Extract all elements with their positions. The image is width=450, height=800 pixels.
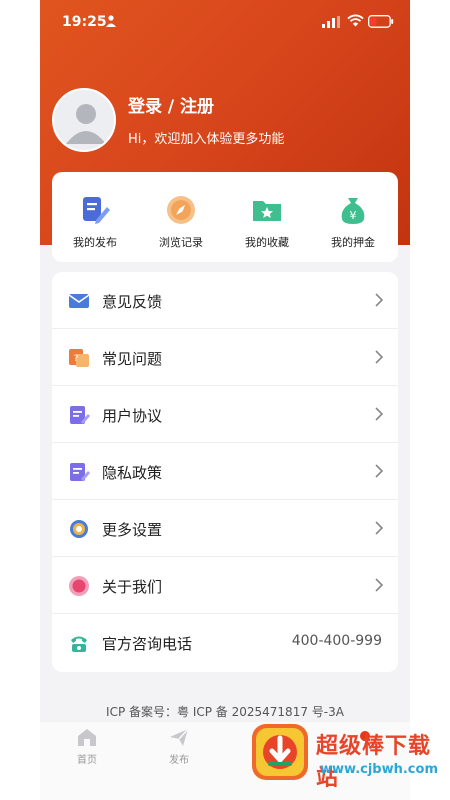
chevron-right-icon xyxy=(375,293,384,307)
quick-label: 我的发布 xyxy=(73,236,117,249)
quick-deposit[interactable]: ¥ 我的押金 xyxy=(310,172,396,262)
wifi-icon xyxy=(347,14,364,27)
tab-label: 首页 xyxy=(77,755,97,766)
menu-item-privacy-policy[interactable]: 隐私政策 xyxy=(52,443,398,500)
signal-icon xyxy=(322,16,340,28)
phone-screen: 19:25 登录 / 注册 Hi，欢迎加入体验更多功能 我的发布 浏览记录 我的… xyxy=(40,0,410,800)
edit-document-icon xyxy=(83,197,110,224)
compass-icon xyxy=(167,196,195,224)
profile-section[interactable]: 登录 / 注册 Hi，欢迎加入体验更多功能 xyxy=(52,88,392,152)
svg-text:?: ? xyxy=(74,354,79,364)
mail-icon xyxy=(68,294,90,308)
site-watermark: 超级棒下载站 www.cjbwh.com xyxy=(250,712,450,800)
status-bar: 19:25 xyxy=(40,0,410,44)
hotline-number[interactable]: 400-400-999 xyxy=(292,633,382,649)
welcome-text: Hi，欢迎加入体验更多功能 xyxy=(128,132,285,147)
quick-label: 浏览记录 xyxy=(159,236,203,249)
menu-item-label: 官方咨询电话 xyxy=(102,635,193,653)
question-card-icon: ? xyxy=(69,349,89,367)
tab-label: 发布 xyxy=(169,755,189,766)
menu-item-more-settings[interactable]: 更多设置 xyxy=(52,500,398,557)
menu-item-label: 用户协议 xyxy=(102,407,163,425)
menu-item-about-us[interactable]: 关于我们 xyxy=(52,557,398,614)
chevron-right-icon xyxy=(375,350,384,364)
send-icon xyxy=(170,728,189,746)
tab-publish[interactable]: 发布 xyxy=(149,726,209,766)
status-time: 19:25 xyxy=(62,14,107,30)
document-pen-icon xyxy=(70,406,90,424)
star-folder-icon xyxy=(253,201,281,221)
quick-my-posts[interactable]: 我的发布 xyxy=(52,172,138,262)
menu-item-hotline[interactable]: 官方咨询电话 400-400-999 xyxy=(52,614,398,671)
chevron-right-icon xyxy=(375,407,384,421)
chevron-right-icon xyxy=(375,464,384,478)
menu-item-label: 隐私政策 xyxy=(102,464,163,482)
person-icon xyxy=(106,15,116,27)
quick-favorites[interactable]: 我的收藏 xyxy=(224,172,310,262)
money-bag-icon: ¥ xyxy=(341,198,365,224)
menu-item-user-agreement[interactable]: 用户协议 xyxy=(52,386,398,443)
info-circle-icon xyxy=(69,576,89,596)
watermark-url: www.cjbwh.com xyxy=(320,762,438,777)
svg-text:¥: ¥ xyxy=(350,209,357,222)
menu-item-feedback[interactable]: 意见反馈 xyxy=(52,272,398,329)
menu-item-label: 意见反馈 xyxy=(102,293,163,311)
tab-home[interactable]: 首页 xyxy=(57,726,117,766)
watermark-title: 超级棒下载站 xyxy=(316,734,432,791)
menu-item-label: 关于我们 xyxy=(102,578,163,596)
menu-item-label: 更多设置 xyxy=(102,521,163,539)
avatar[interactable] xyxy=(52,88,116,152)
document-pen-icon xyxy=(70,463,90,481)
phone-icon xyxy=(71,636,87,652)
battery-icon xyxy=(368,15,394,28)
quick-browse-history[interactable]: 浏览记录 xyxy=(138,172,224,262)
gear-icon xyxy=(70,520,88,538)
quick-label: 我的收藏 xyxy=(245,236,289,249)
login-register-link[interactable]: 登录 / 注册 xyxy=(128,92,214,117)
menu-item-label: 常见问题 xyxy=(102,350,163,368)
download-site-logo xyxy=(252,724,308,780)
quick-actions-card: 我的发布 浏览记录 我的收藏 ¥ 我的押金 xyxy=(52,172,398,262)
user-placeholder-icon xyxy=(66,104,106,144)
chevron-right-icon xyxy=(375,521,384,535)
home-icon xyxy=(78,729,96,746)
menu-item-faq[interactable]: ? 常见问题 xyxy=(52,329,398,386)
quick-label: 我的押金 xyxy=(331,236,375,249)
chevron-right-icon xyxy=(375,578,384,592)
settings-menu: 意见反馈 ? 常见问题 用户协议 隐私政策 更多设置 关于我们 官方咨询电话 4… xyxy=(52,272,398,672)
